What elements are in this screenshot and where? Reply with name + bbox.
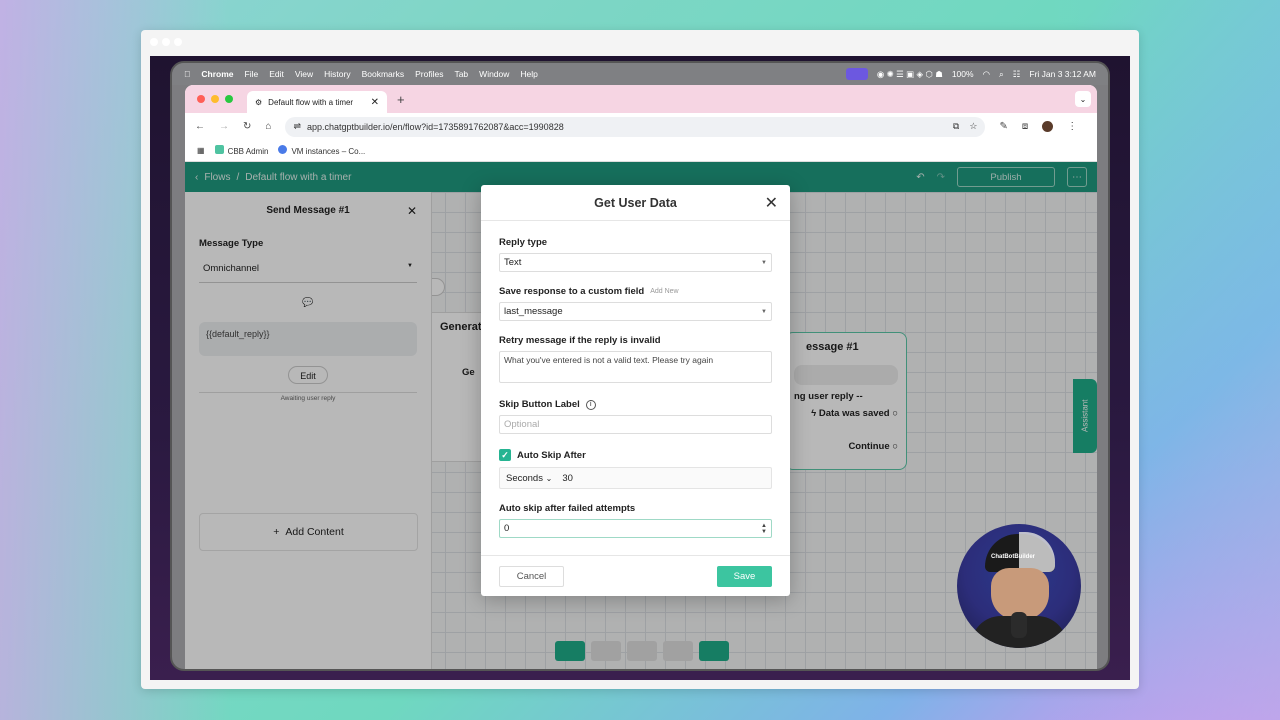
time-unit-select[interactable]: Seconds ⌄ (506, 473, 552, 484)
cap-logo-text: ChatBotBuilder (991, 554, 1035, 560)
menu-history[interactable]: History (324, 69, 350, 79)
menu-profiles[interactable]: Profiles (415, 69, 443, 79)
skip-button-label: Skip Button Label i (499, 399, 772, 410)
time-unit-value: Seconds (506, 472, 543, 484)
menubar-app[interactable]: Chrome (201, 69, 233, 79)
close-icon[interactable]: ✕ (765, 193, 778, 213)
cancel-button[interactable]: Cancel (499, 565, 564, 587)
browser-menu-icon[interactable]: ⋮ (1067, 121, 1077, 132)
site-info-icon[interactable]: ⇌ (293, 121, 301, 132)
failed-attempts-value: 0 (504, 523, 510, 534)
control-center-icon[interactable]: ☷ (1013, 69, 1021, 80)
bookmark-star-icon[interactable]: ☆ (969, 121, 977, 132)
number-stepper-icon[interactable]: ▲ ▼ (761, 523, 767, 535)
bookmark-label: CBB Admin (227, 147, 269, 156)
auto-skip-checkbox[interactable]: ✓ (499, 449, 511, 461)
modal-title: Get User Data (594, 195, 677, 210)
menu-window[interactable]: Window (479, 69, 509, 79)
modal-body: Reply type Text ▼ Save response to a cus… (481, 221, 790, 538)
chevron-down-icon: ⌄ (545, 473, 553, 483)
bookmark-label: VM instances – Co... (291, 147, 366, 156)
extensions-icon[interactable]: ⧈ (1022, 121, 1028, 132)
reply-type-label: Reply type (499, 237, 772, 248)
cbb-favicon-icon (214, 145, 224, 154)
failed-attempts-label: Auto skip after failed attempts (499, 503, 772, 514)
modal-footer: Cancel Save (481, 555, 790, 596)
custom-field-select[interactable]: last_message ▼ (499, 302, 772, 321)
failed-attempts-input[interactable]: 0 ▲ ▼ (499, 519, 772, 538)
traffic-lights (197, 95, 233, 103)
home-icon[interactable]: ⌂ (265, 121, 271, 132)
url-text[interactable]: app.chatgptbuilder.io/en/flow?id=1735891… (307, 122, 564, 132)
add-new-link[interactable]: Add New (650, 288, 678, 295)
save-response-label: Save response to a custom field Add New (499, 286, 772, 297)
get-user-data-modal: Get User Data ✕ Reply type Text ▼ Save r… (481, 185, 790, 596)
menu-edit[interactable]: Edit (269, 69, 284, 79)
menu-tab[interactable]: Tab (454, 69, 468, 79)
window-dots (150, 38, 182, 46)
browser-tab[interactable]: ⚙ Default flow with a timer ✕ (247, 91, 387, 113)
microphone-icon (1011, 612, 1027, 638)
bookmark-cbb-admin[interactable]: CBB Admin (214, 145, 269, 156)
menu-view[interactable]: View (295, 69, 313, 79)
tab-strip: ⚙ Default flow with a timer ✕ + ⌄ (185, 85, 1097, 113)
tab-search-icon[interactable]: ⌄ (1075, 91, 1091, 107)
tab-title: Default flow with a timer (268, 97, 354, 107)
close-window-icon[interactable] (197, 95, 205, 103)
skip-button-input[interactable]: Optional (499, 415, 772, 434)
info-icon[interactable]: i (585, 399, 596, 410)
forward-icon[interactable]: → (219, 121, 229, 132)
custom-field-value: last_message (504, 306, 563, 317)
reply-type-select[interactable]: Text ▼ (499, 253, 772, 272)
tab-close-icon[interactable]: ✕ (371, 97, 379, 108)
retry-message-label: Retry message if the reply is invalid (499, 335, 772, 346)
menubar-datetime[interactable]: Fri Jan 3 3:12 AM (1029, 69, 1096, 79)
retry-message-textarea[interactable]: What you've entered is not a valid text.… (499, 351, 772, 383)
skip-button-label-text: Skip Button Label (499, 399, 580, 410)
search-icon[interactable]: ⌕ (999, 69, 1004, 80)
modal-header: Get User Data ✕ (481, 185, 790, 221)
back-icon[interactable]: ← (195, 121, 205, 132)
apple-icon[interactable]:  (184, 69, 190, 79)
failed-attempts-label-text: Auto skip after failed attempts (499, 503, 636, 514)
minimize-window-icon[interactable] (211, 95, 219, 103)
save-button[interactable]: Save (717, 565, 772, 587)
maximize-window-icon[interactable] (225, 95, 233, 103)
menu-bookmarks[interactable]: Bookmarks (362, 69, 405, 79)
profile-avatar[interactable] (1042, 121, 1054, 132)
menubar-status: ◉ ✺ ☰ ▣ ◈ ⬡ ☗ 100% ◠ ⌕ ☷ Fri Jan 3 3:12 … (845, 68, 1096, 80)
wifi-icon[interactable]: ◠ (983, 69, 990, 80)
bookmark-vm-instances[interactable]: VM instances – Co... (278, 145, 365, 156)
gcp-favicon-icon (278, 145, 288, 154)
url-field[interactable]: ⇌ app.chatgptbuilder.io/en/flow?id=17358… (285, 116, 986, 137)
cap-mesh-shape (1019, 532, 1055, 572)
reply-type-label-text: Reply type (499, 237, 548, 248)
new-tab-icon[interactable]: + (397, 92, 405, 107)
open-external-icon[interactable]: ⧉ (953, 121, 959, 132)
auto-skip-seconds-input[interactable]: 30 (562, 473, 573, 484)
auto-skip-row: ✓ Auto Skip After (499, 449, 772, 461)
reload-icon[interactable]: ↻ (243, 121, 251, 132)
bookmarks-bar: ▦ CBB Admin VM instances – Co... (185, 140, 1097, 162)
chevron-down-icon: ▼ (761, 259, 767, 266)
retry-message-label-text: Retry message if the reply is invalid (499, 335, 661, 346)
auto-skip-timer: Seconds ⌄ 30 (499, 467, 772, 489)
save-response-label-text: Save response to a custom field (499, 286, 645, 297)
apps-grid-icon[interactable]: ▦ (197, 146, 205, 155)
chevron-down-icon: ▼ (761, 308, 767, 315)
battery-text: 100% (951, 69, 974, 79)
auto-skip-label: Auto Skip After (517, 449, 586, 461)
webcam-overlay: ChatBotBuilder (957, 524, 1081, 648)
reply-type-value: Text (504, 257, 522, 268)
address-bar-row: ← → ↻ ⌂ ⇌ app.chatgptbuilder.io/en/flow?… (185, 113, 1097, 140)
mac-menubar:  Chrome File Edit View History Bookmark… (172, 63, 1108, 85)
menu-help[interactable]: Help (520, 69, 537, 79)
status-icons[interactable]: ◉ ✺ ☰ ▣ ◈ ⬡ ☗ (877, 69, 943, 80)
menu-file[interactable]: File (245, 69, 259, 79)
extension-pen-icon[interactable]: ✎ (999, 121, 1007, 132)
screen-share-icon[interactable] (845, 68, 868, 80)
tab-favicon-icon: ⚙ (255, 97, 263, 107)
